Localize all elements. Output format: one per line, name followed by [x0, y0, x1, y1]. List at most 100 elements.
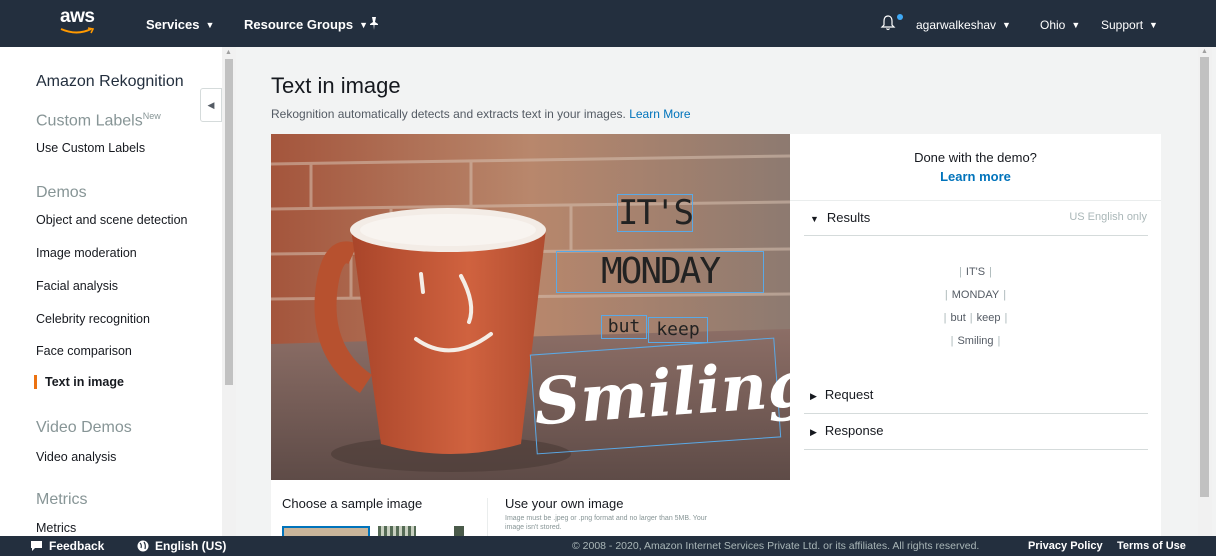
resource-groups-label: Resource Groups [244, 17, 354, 32]
collapse-sidebar-button[interactable]: ◀ [200, 88, 222, 122]
learn-more-button[interactable]: Learn more [790, 169, 1161, 184]
top-navigation-bar: aws Services ▼ Resource Groups ▼ agarwalke… [0, 0, 1216, 47]
services-label: Services [146, 17, 200, 32]
custom-labels-heading: Custom Labels [36, 112, 143, 130]
result-line: | but | keep | [943, 312, 1008, 324]
chevron-down-icon: ▼ [1071, 20, 1081, 30]
support-menu[interactable]: Support ▼ [1101, 18, 1158, 32]
learn-more-link[interactable]: Learn More [629, 107, 690, 121]
use-own-image-label: Use your own image [505, 496, 624, 511]
speech-bubble-icon [31, 541, 42, 551]
feedback-button[interactable]: Feedback [30, 539, 104, 553]
sidebar-item-image-moderation[interactable]: Image moderation [36, 246, 137, 260]
sidebar-section-video-demos: Video Demos [36, 419, 132, 436]
sample-thumbnail[interactable] [454, 526, 464, 536]
chevron-left-icon: ◀ [207, 100, 215, 110]
sidebar-item-object-scene-detection[interactable]: Object and scene detection [36, 213, 188, 227]
divider [804, 413, 1148, 414]
response-accordion-header[interactable]: ▶ Response [810, 423, 883, 438]
feedback-label: Feedback [49, 539, 105, 553]
vertical-divider [487, 498, 488, 536]
language-selector[interactable]: English (US) [137, 539, 226, 553]
new-badge: New [142, 111, 161, 121]
results-panel: Done with the demo? Learn more ▼ Results … [790, 134, 1161, 536]
page-subtitle: Rekognition automatically detects and ex… [271, 107, 691, 121]
results-label: Results [826, 210, 871, 225]
terms-of-use-link[interactable]: Terms of Use [1117, 540, 1186, 552]
services-menu[interactable]: Services ▼ [146, 17, 214, 32]
results-language-note: US English only [1069, 211, 1147, 223]
resource-groups-menu[interactable]: Resource Groups ▼ [244, 17, 368, 32]
done-with-demo-text: Done with the demo? [914, 150, 1037, 165]
sidebar-item-metrics[interactable]: Metrics [36, 521, 76, 535]
sidebar-item-video-analysis[interactable]: Video analysis [36, 450, 116, 464]
account-label: agarwalkeshav [916, 18, 997, 32]
sample-thumbnail[interactable] [378, 526, 416, 536]
caret-down-icon: ▼ [810, 214, 819, 224]
notifications-bell-icon[interactable] [880, 15, 896, 31]
support-label: Support [1101, 18, 1144, 32]
scroll-up-icon[interactable]: ▲ [1201, 48, 1208, 55]
globe-icon [137, 540, 149, 552]
chevron-down-icon: ▼ [359, 20, 369, 30]
image-text-keep: keep [656, 319, 700, 340]
response-label: Response [824, 423, 884, 438]
caret-right-icon: ▶ [810, 391, 817, 401]
result-word[interactable]: but [950, 312, 965, 324]
result-word[interactable]: MONDAY [952, 289, 999, 301]
upload-requirements-note: Image must be .jpeg or .png format and n… [505, 515, 707, 531]
analyzed-image: IT'S MONDAY but keep Smiling [271, 134, 790, 480]
image-text-monday: MONDAY [600, 251, 721, 292]
text-bounding-box-keep[interactable]: keep [648, 317, 708, 343]
result-line: | MONDAY | [944, 289, 1007, 301]
account-menu[interactable]: agarwalkeshav ▼ [916, 18, 1011, 32]
text-bounding-box-its[interactable]: IT'S [617, 193, 694, 233]
privacy-policy-link[interactable]: Privacy Policy [1028, 540, 1103, 552]
image-text-but: but [607, 316, 641, 337]
chevron-down-icon: ▼ [205, 20, 215, 30]
result-word[interactable]: Smiling [957, 335, 993, 347]
pin-icon[interactable] [368, 17, 380, 30]
image-text-smiling: Smiling [531, 346, 790, 441]
page-scrollbar[interactable]: ▲ [1198, 47, 1212, 536]
request-accordion-header[interactable]: ▶ Request [810, 387, 873, 402]
region-label: Ohio [1040, 18, 1066, 32]
result-line: | Smiling | [950, 335, 1001, 347]
result-word[interactable]: IT'S [966, 266, 985, 278]
notification-dot [897, 14, 903, 20]
text-bounding-box-but[interactable]: but [601, 315, 647, 339]
choose-sample-label: Choose a sample image [282, 496, 423, 511]
request-label: Request [824, 387, 874, 402]
divider [790, 200, 1161, 201]
sidebar-item-text-in-image[interactable]: Text in image [34, 375, 124, 389]
text-bounding-box-monday[interactable]: MONDAY [556, 251, 764, 293]
results-accordion-header[interactable]: ▼ Results [810, 210, 870, 225]
scroll-up-icon[interactable]: ▲ [225, 49, 232, 56]
chevron-down-icon: ▼ [1002, 20, 1011, 30]
region-menu[interactable]: Ohio ▼ [1040, 18, 1080, 32]
page-description: Rekognition automatically detects and ex… [271, 107, 626, 121]
sidebar-scrollbar[interactable]: ▲ [222, 47, 236, 536]
sidebar-item-face-comparison[interactable]: Face comparison [36, 344, 132, 358]
sidebar: Amazon Rekognition Custom LabelsNew Use … [0, 47, 222, 536]
aws-smile-icon [60, 27, 94, 34]
sidebar-item-facial-analysis[interactable]: Facial analysis [36, 279, 118, 293]
result-line: | IT'S | [959, 266, 992, 278]
footer-bar: Feedback English (US) © 2008 - 2020, Ama… [0, 536, 1216, 556]
sample-thumbnail-selected[interactable] [282, 526, 370, 536]
copyright-text: © 2008 - 2020, Amazon Internet Services … [572, 540, 980, 552]
sidebar-item-celebrity-recognition[interactable]: Celebrity recognition [36, 312, 150, 326]
sidebar-section-demos: Demos [36, 184, 87, 201]
page-scrollbar-thumb[interactable] [1200, 57, 1209, 497]
sidebar-title[interactable]: Amazon Rekognition [36, 73, 184, 91]
page-title: Text in image [271, 73, 401, 98]
sidebar-scrollbar-thumb[interactable] [225, 59, 233, 385]
image-text-its: IT'S [618, 193, 694, 233]
aws-logo[interactable]: aws [60, 6, 100, 38]
aws-logo-text: aws [60, 6, 95, 27]
result-word[interactable]: keep [977, 312, 1001, 324]
caret-right-icon: ▶ [810, 427, 817, 437]
text-bounding-box-smiling[interactable]: Smiling [529, 337, 790, 455]
sidebar-item-use-custom-labels[interactable]: Use Custom Labels [36, 141, 145, 155]
divider [804, 449, 1148, 450]
